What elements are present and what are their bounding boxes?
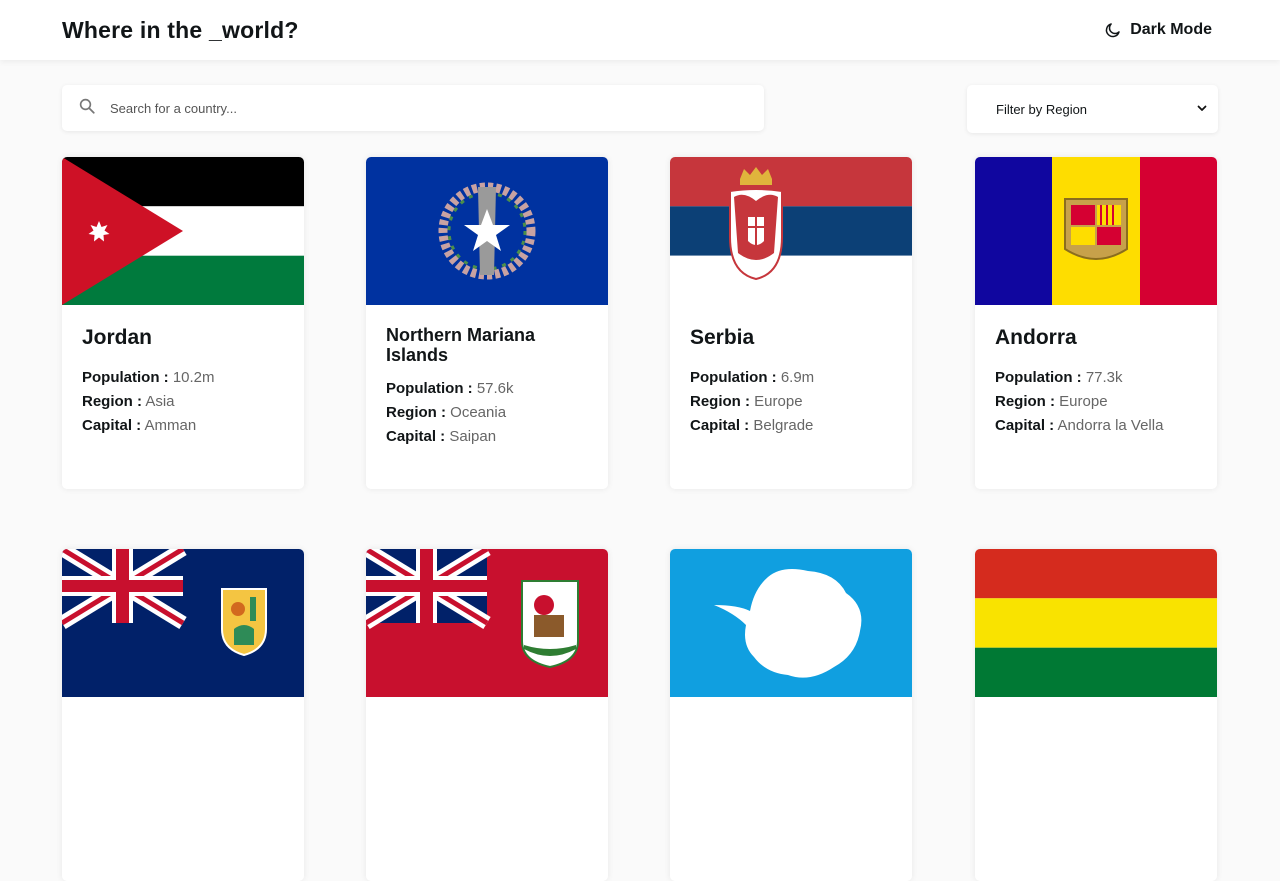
antarctica-flag: [670, 549, 912, 697]
country-name: Northern Mariana Islands: [386, 325, 536, 365]
app-header: Where in the _world? Dark Mode: [0, 0, 1280, 60]
country-region: Region : Europe: [995, 393, 1108, 410]
search-icon: [78, 97, 96, 120]
country-population: Population : 77.3k: [995, 369, 1123, 386]
andorra-flag: [975, 157, 1217, 305]
country-region: Region : Europe: [690, 393, 803, 410]
country-population: Population : 6.9m: [690, 369, 815, 386]
dark-mode-label: Dark Mode: [1130, 21, 1212, 38]
country-capital: Capital : Andorra la Vella: [995, 417, 1164, 434]
country-name: Serbia: [690, 326, 755, 349]
country-region: Region : Oceania: [386, 404, 507, 421]
serbia-flag: [670, 157, 912, 305]
country-card-antarctica[interactable]: [670, 549, 912, 881]
country-card-bermuda[interactable]: [366, 549, 608, 881]
northern-mariana-islands-flag: [366, 157, 608, 305]
chevron-down-icon: [1196, 102, 1208, 117]
region-filter-select[interactable]: Filter by Region: [967, 85, 1218, 133]
country-capital: Capital : Amman: [82, 417, 197, 434]
country-card-andorra[interactable]: Andorra Population : 77.3k Region : Euro…: [975, 157, 1217, 489]
country-card-jordan[interactable]: Jordan Population : 10.2m Region : Asia …: [62, 157, 304, 489]
bermuda-flag: [366, 549, 608, 697]
country-card-northern-mariana-islands[interactable]: Northern Mariana Islands Population : 57…: [366, 157, 608, 489]
country-population: Population : 10.2m: [82, 369, 215, 386]
search-input[interactable]: [110, 100, 710, 116]
turks-and-caicos-flag: [62, 549, 304, 697]
search-box[interactable]: [62, 85, 764, 131]
country-card-serbia[interactable]: Serbia Population : 6.9m Region : Europe…: [670, 157, 912, 489]
region-filter-label: Filter by Region: [996, 101, 1088, 117]
jordan-flag: [62, 157, 304, 305]
bolivia-flag: [975, 549, 1217, 697]
app-title: Where in the _world?: [62, 16, 299, 43]
country-name: Jordan: [82, 326, 153, 349]
country-capital: Capital : Belgrade: [690, 417, 814, 434]
country-card-turks-and-caicos[interactable]: [62, 549, 304, 881]
country-capital: Capital : Saipan: [386, 428, 497, 445]
country-region: Region : Asia: [82, 393, 175, 410]
dark-mode-toggle[interactable]: Dark Mode: [1104, 21, 1212, 39]
country-card-bolivia[interactable]: [975, 549, 1217, 881]
moon-icon: [1104, 21, 1122, 39]
country-population: Population : 57.6k: [386, 380, 514, 397]
country-name: Andorra: [995, 326, 1077, 349]
